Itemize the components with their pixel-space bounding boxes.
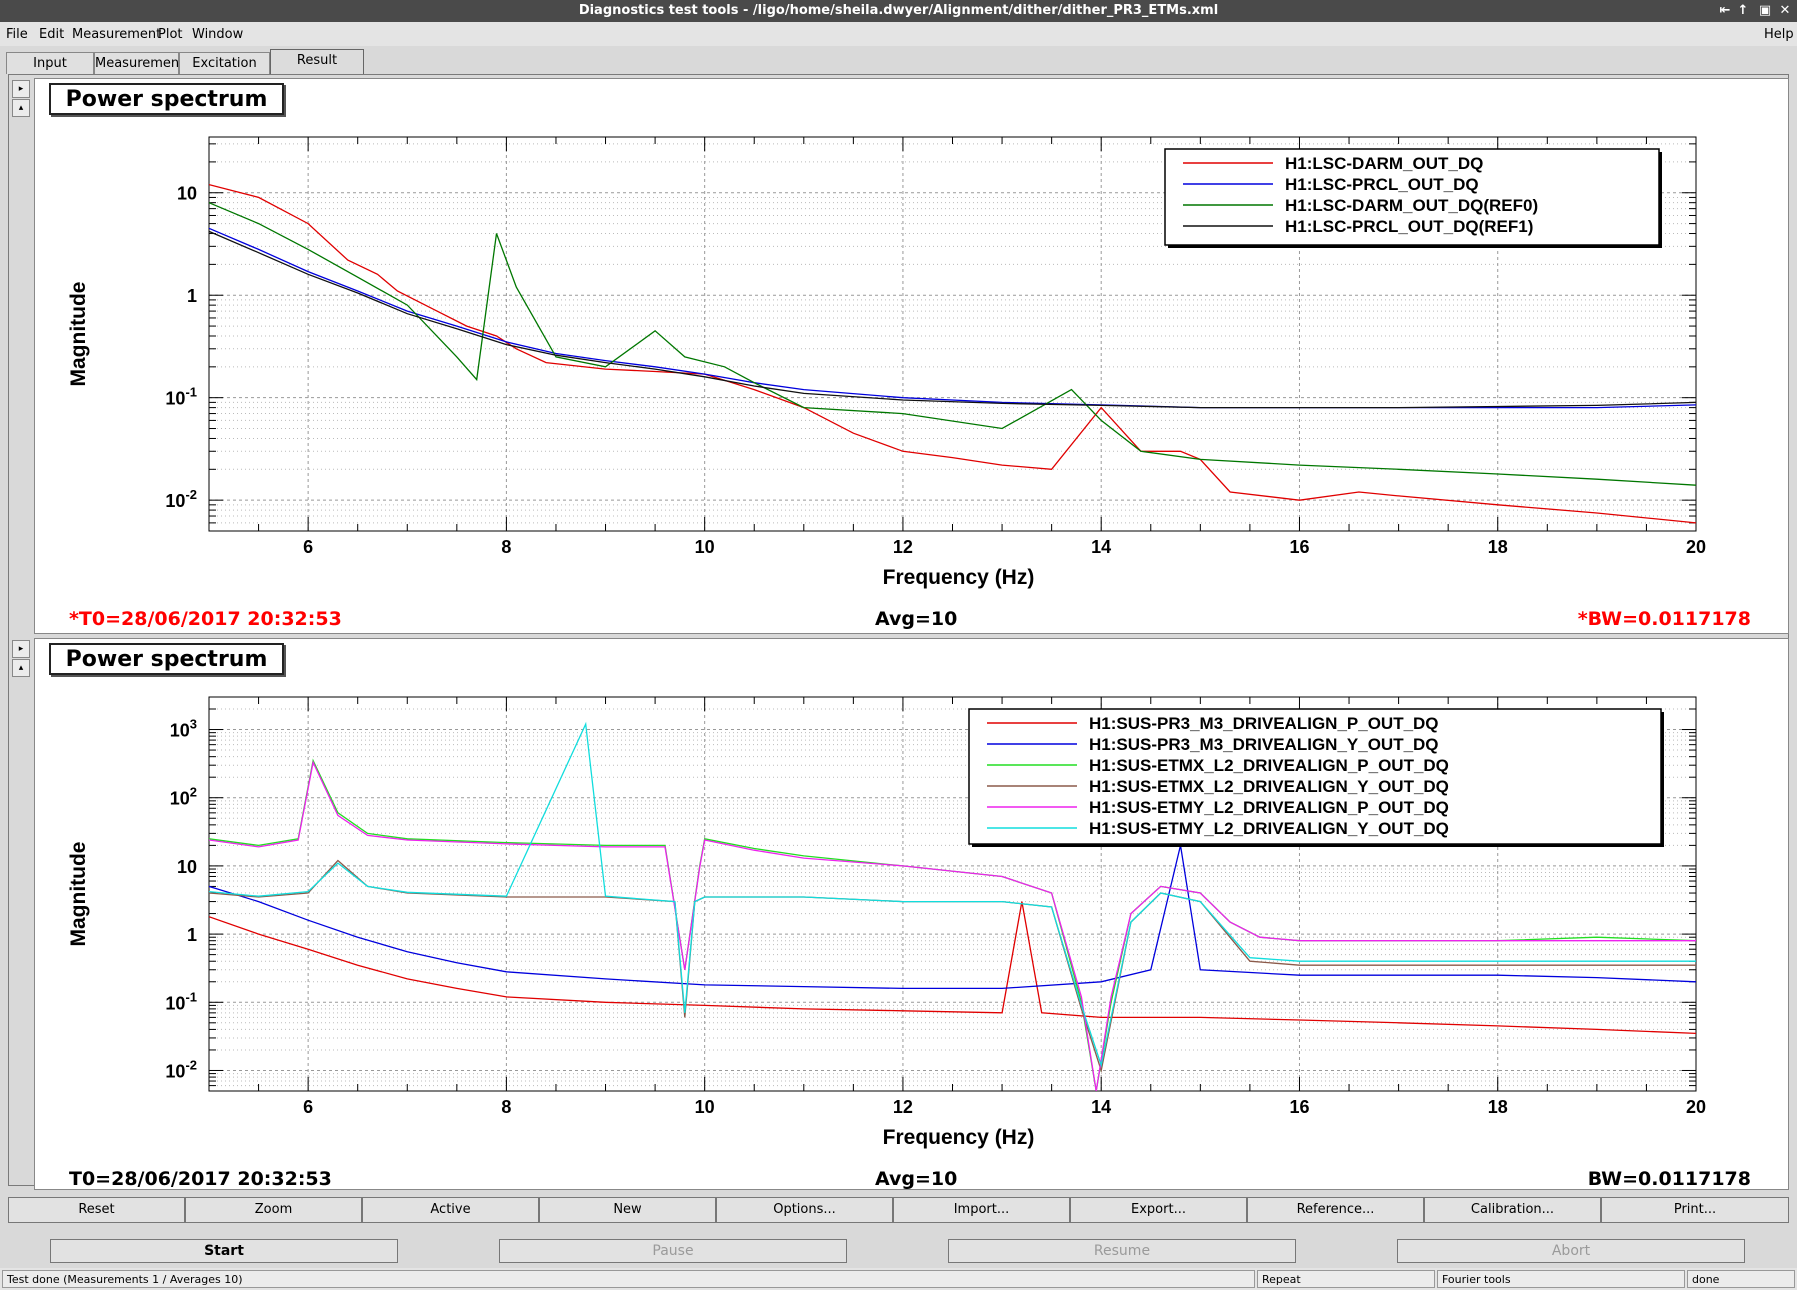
menu-help[interactable]: Help: [1764, 27, 1794, 42]
window-raise-icon[interactable]: ↑: [1734, 2, 1752, 20]
y-tick-label: 10-1: [165, 989, 197, 1013]
menu-bar: File Edit Measurement Plot Window Help: [0, 22, 1797, 46]
control-row: Start Pause Resume Abort: [0, 1235, 1797, 1263]
status-tool: Fourier tools: [1437, 1270, 1685, 1288]
export-button[interactable]: Export...: [1070, 1197, 1247, 1223]
tab-measurement[interactable]: Measurement: [94, 52, 184, 74]
x-tick-label: 12: [893, 537, 913, 557]
x-tick-label: 12: [893, 1097, 913, 1117]
x-tick-label: 8: [501, 1097, 511, 1117]
calibration-button[interactable]: Calibration...: [1424, 1197, 1601, 1223]
y-tick-label: 10-2: [165, 487, 197, 511]
panel2-bw: BW=0.0117178: [1587, 1168, 1751, 1190]
panel2-collapse-icon[interactable]: ▴: [12, 659, 30, 677]
tab-input[interactable]: Input: [6, 52, 94, 74]
panel1-next-icon[interactable]: ▸: [12, 80, 30, 98]
panel1-bw: *BW=0.0117178: [1577, 608, 1751, 630]
menu-file[interactable]: File: [6, 27, 28, 42]
legend-label-1: H1:SUS-PR3_M3_DRIVEALIGN_P_OUT_DQ: [1089, 714, 1439, 733]
x-tick-label: 8: [501, 537, 511, 557]
x-axis-title: Frequency (Hz): [883, 1126, 1035, 1149]
panel1-collapse-icon[interactable]: ▴: [12, 99, 30, 117]
start-button[interactable]: Start: [50, 1239, 398, 1263]
panel1-t0: *T0=28/06/2017 20:32:53: [69, 608, 342, 630]
active-button[interactable]: Active: [362, 1197, 539, 1223]
panel2-t0: T0=28/06/2017 20:32:53: [69, 1168, 332, 1190]
status-message: Test done (Measurements 1 / Averages 10): [2, 1270, 1255, 1288]
reset-button[interactable]: Reset: [8, 1197, 185, 1223]
print-button[interactable]: Print...: [1601, 1197, 1789, 1223]
x-tick-label: 20: [1686, 1097, 1706, 1117]
series-line-1: [209, 901, 1696, 1035]
panel1-avg: Avg=10: [875, 608, 958, 630]
x-tick-label: 14: [1091, 537, 1111, 557]
reference-button[interactable]: Reference...: [1247, 1197, 1424, 1223]
legend-label-5: H1:SUS-ETMY_L2_DRIVEALIGN_P_OUT_DQ: [1089, 798, 1449, 817]
import-button[interactable]: Import...: [893, 1197, 1070, 1223]
legend-label-3: H1:LSC-DARM_OUT_DQ(REF0): [1285, 196, 1538, 215]
series-line-2: [209, 227, 1696, 409]
y-axis-title: Magnitude: [67, 282, 90, 387]
status-state: done: [1687, 1270, 1795, 1288]
menu-edit[interactable]: Edit: [39, 27, 64, 42]
plot-button-row: Reset Zoom Active New Options... Import.…: [8, 1197, 1789, 1223]
y-tick-label: 102: [170, 785, 197, 809]
menu-plot[interactable]: Plot: [158, 27, 183, 42]
legend-label-4: H1:LSC-PRCL_OUT_DQ(REF1): [1285, 217, 1533, 236]
x-tick-label: 14: [1091, 1097, 1111, 1117]
legend-label-1: H1:LSC-DARM_OUT_DQ: [1285, 154, 1483, 173]
y-tick-label: 10: [177, 184, 197, 204]
legend-label-3: H1:SUS-ETMX_L2_DRIVEALIGN_P_OUT_DQ: [1089, 756, 1449, 775]
y-axis-title: Magnitude: [67, 842, 90, 947]
y-tick-label: 10-2: [165, 1057, 197, 1081]
resume-button[interactable]: Resume: [948, 1239, 1296, 1263]
x-tick-label: 16: [1289, 1097, 1309, 1117]
legend-label-6: H1:SUS-ETMY_L2_DRIVEALIGN_Y_OUT_DQ: [1089, 819, 1449, 838]
options-button[interactable]: Options...: [716, 1197, 893, 1223]
tab-result[interactable]: Result: [270, 49, 364, 74]
x-tick-label: 6: [303, 537, 313, 557]
window-title: Diagnostics test tools - /ligo/home/shei…: [578, 3, 1219, 18]
panel2-avg: Avg=10: [875, 1168, 958, 1190]
x-tick-label: 10: [695, 537, 715, 557]
y-tick-label: 1: [187, 286, 197, 306]
x-tick-label: 16: [1289, 537, 1309, 557]
window-maximize-icon[interactable]: ▣: [1756, 2, 1774, 20]
status-repeat: Repeat: [1257, 1270, 1435, 1288]
tab-bar: Input Measurement Excitation Result: [0, 46, 1797, 74]
window-move-icon[interactable]: ⇤: [1716, 2, 1734, 20]
series-line-2: [209, 845, 1696, 990]
y-tick-label: 103: [170, 717, 197, 741]
legend-label-2: H1:SUS-PR3_M3_DRIVEALIGN_Y_OUT_DQ: [1089, 735, 1439, 754]
x-tick-label: 20: [1686, 537, 1706, 557]
y-tick-label: 10: [177, 857, 197, 877]
new-button[interactable]: New: [539, 1197, 716, 1223]
x-axis-title: Frequency (Hz): [883, 566, 1035, 589]
y-tick-label: 10-1: [165, 385, 197, 409]
tab-excitation[interactable]: Excitation: [179, 52, 270, 74]
plot-panel-2: Power spectrum 6 8 10 12 14 16 18 20 103 102 10 1 10…: [34, 638, 1789, 1190]
panel2-next-icon[interactable]: ▸: [12, 640, 30, 658]
zoom-button[interactable]: Zoom: [185, 1197, 362, 1223]
menu-window[interactable]: Window: [192, 27, 243, 42]
abort-button[interactable]: Abort: [1397, 1239, 1745, 1263]
chart-2[interactable]: 6 8 10 12 14 16 18 2010310210110-110-2Frequency…: [35, 639, 1788, 1189]
window-titlebar: Diagnostics test tools - /ligo/home/shei…: [0, 0, 1797, 22]
x-tick-label: 10: [695, 1097, 715, 1117]
menu-measurement[interactable]: Measurement: [72, 27, 161, 42]
status-bar: Test done (Measurements 1 / Averages 10)…: [0, 1268, 1797, 1290]
plot-panel-1: Power spectrum 6 8 10 12 14 16 18 20 10 1 10-1 10-2…: [34, 78, 1789, 634]
legend-label-4: H1:SUS-ETMX_L2_DRIVEALIGN_Y_OUT_DQ: [1089, 777, 1449, 796]
x-tick-label: 6: [303, 1097, 313, 1117]
series-line-4: [209, 230, 1696, 409]
legend-label-2: H1:LSC-PRCL_OUT_DQ: [1285, 175, 1479, 194]
chart-1[interactable]: 6 8 10 12 14 16 18 20 10 1 10-1 10-2 Frequency (Hz) M…: [35, 79, 1788, 633]
x-tick-label: 18: [1488, 537, 1508, 557]
pause-button[interactable]: Pause: [499, 1239, 847, 1263]
window-close-icon[interactable]: ✕: [1776, 2, 1794, 20]
y-tick-label: 1: [187, 925, 197, 945]
x-tick-label: 18: [1488, 1097, 1508, 1117]
series-line-4: [209, 859, 1696, 1074]
